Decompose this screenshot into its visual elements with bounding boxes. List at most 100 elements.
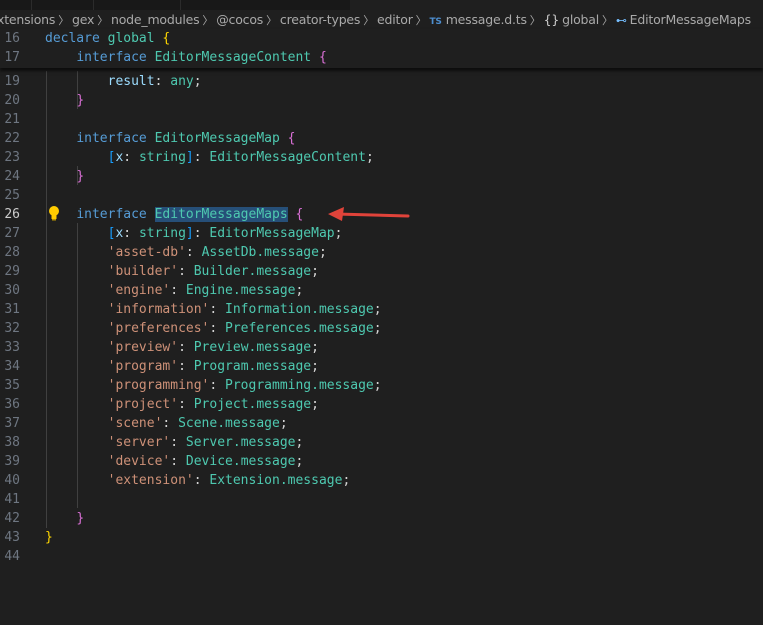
code-line[interactable]: 16 declare global { xyxy=(0,29,763,48)
line-number: 28 xyxy=(4,245,20,260)
code-line[interactable]: 32 'preferences': Preferences.message; xyxy=(0,319,763,338)
code-text: 'device': Device.message; xyxy=(45,452,304,471)
code-line[interactable]: 36 'project': Project.message; xyxy=(0,395,763,414)
code-token: : xyxy=(123,226,139,241)
code-text: 'builder': Builder.message; xyxy=(45,262,319,281)
code-line[interactable]: 23 [x: string]: EditorMessageContent; xyxy=(0,148,763,167)
line-number: 38 xyxy=(4,435,20,450)
code-line[interactable]: 35 'programming': Programming.message; xyxy=(0,376,763,395)
breadcrumb-file[interactable]: message.d.ts xyxy=(446,12,527,27)
code-token: EditorMessageMap xyxy=(209,226,335,241)
breadcrumb-item[interactable]: @cocos xyxy=(216,12,263,27)
code-token: : xyxy=(123,150,139,165)
chevron-right-icon: 〉 xyxy=(202,14,214,27)
breadcrumb: xtensions 〉 gex 〉 node_modules 〉 @cocos 〉 creato… xyxy=(0,10,751,29)
code-line[interactable]: 40 'extension': Extension.message; xyxy=(0,471,763,490)
code-token: EditorMessageMap xyxy=(154,131,280,146)
code-token: global xyxy=(107,31,155,46)
code-token: 'asset-db' xyxy=(107,245,186,260)
code-token: 'device' xyxy=(107,454,171,469)
code-line[interactable]: 30 'engine': Engine.message; xyxy=(0,281,763,300)
code-text: [x: string]: EditorMessageMap; xyxy=(45,224,343,243)
code-line[interactable]: 29 'builder': Builder.message; xyxy=(0,262,763,281)
code-line[interactable]: 22 interface EditorMessageMap { xyxy=(0,129,763,148)
code-token: : xyxy=(178,264,194,279)
code-token: string xyxy=(138,150,186,165)
line-number: 21 xyxy=(4,112,20,127)
breadcrumb-item[interactable]: xtensions xyxy=(0,12,55,27)
code-line[interactable]: 24 } xyxy=(0,167,763,186)
code-token: Extension.message xyxy=(209,473,343,488)
code-line[interactable]: 28 'asset-db': AssetDb.message; xyxy=(0,243,763,262)
line-number: 19 xyxy=(4,74,20,89)
code-token: string xyxy=(138,226,186,241)
code-line[interactable]: 19 result: any; xyxy=(0,72,763,91)
code-token: Programming.message xyxy=(225,378,374,393)
line-number: 34 xyxy=(4,359,20,374)
code-token: interface xyxy=(76,131,147,146)
code-line[interactable]: 42 } xyxy=(0,509,763,528)
code-line[interactable]: 31 'information': Information.message; xyxy=(0,300,763,319)
code-token: : xyxy=(178,359,194,374)
code-token: : xyxy=(193,226,210,241)
code-token: 'preferences' xyxy=(107,321,210,336)
code-line[interactable]: 43} xyxy=(0,528,763,547)
breadcrumb-namespace[interactable]: global xyxy=(562,12,599,27)
code-line[interactable]: 38 'server': Server.message; xyxy=(0,433,763,452)
lightbulb-icon[interactable] xyxy=(48,205,60,221)
code-token: ; xyxy=(311,264,319,279)
code-token: } xyxy=(45,530,53,545)
breadcrumb-item[interactable]: node_modules xyxy=(111,12,200,27)
breadcrumb-item[interactable]: editor xyxy=(377,12,413,27)
code-token: ; xyxy=(295,435,304,450)
code-line[interactable]: 33 'preview': Preview.message; xyxy=(0,338,763,357)
code-token: ; xyxy=(334,226,343,241)
code-token: : xyxy=(170,435,186,450)
code-text: declare global { xyxy=(45,29,170,48)
chevron-right-icon: 〉 xyxy=(602,14,613,27)
code-text: 'engine': Engine.message; xyxy=(45,281,304,300)
code-text: interface EditorMessageContent { xyxy=(45,48,327,67)
code-line[interactable]: 17 interface EditorMessageContent { xyxy=(0,48,763,67)
code-line[interactable]: 41 xyxy=(0,490,763,509)
code-token: : xyxy=(170,283,186,298)
code-text: 'preview': Preview.message; xyxy=(45,338,319,357)
editor-tabs[interactable] xyxy=(0,0,350,10)
code-token: Device.message xyxy=(185,454,296,469)
code-token: ; xyxy=(311,340,319,355)
code-line[interactable]: 20 } xyxy=(0,91,763,110)
code-token: } xyxy=(76,93,85,108)
code-token: ; xyxy=(342,473,351,488)
tab-bar xyxy=(0,0,763,10)
breadcrumb-symbol[interactable]: EditorMessageMaps xyxy=(630,12,751,27)
code-text: 'programming': Programming.message; xyxy=(45,376,382,395)
breadcrumb-item[interactable]: creator-types xyxy=(280,12,361,27)
line-number: 23 xyxy=(4,150,20,165)
chevron-right-icon: 〉 xyxy=(97,14,109,27)
code-token: { xyxy=(318,50,327,65)
breadcrumb-item[interactable]: gex xyxy=(72,12,94,27)
code-token: ; xyxy=(311,359,319,374)
code-text: 'server': Server.message; xyxy=(45,433,304,452)
code-token: any xyxy=(170,74,194,89)
code-token: Preferences.message xyxy=(225,321,374,336)
line-number: 31 xyxy=(4,302,20,317)
code-line[interactable]: 39 'device': Device.message; xyxy=(0,452,763,471)
code-line[interactable]: 25 xyxy=(0,186,763,205)
code-line[interactable]: 21 xyxy=(0,110,763,129)
line-number: 39 xyxy=(4,454,20,469)
code-line[interactable]: 27 [x: string]: EditorMessageMap; xyxy=(0,224,763,243)
code-line[interactable]: 34 'program': Program.message; xyxy=(0,357,763,376)
code-token: : xyxy=(209,378,226,393)
code-line[interactable]: 37 'scene': Scene.message; xyxy=(0,414,763,433)
code-line[interactable]: 44 xyxy=(0,547,763,566)
selected-token: EditorMessageMaps xyxy=(154,207,288,222)
sticky-scroll[interactable]: 16 declare global {17 interface EditorMes… xyxy=(0,29,763,68)
